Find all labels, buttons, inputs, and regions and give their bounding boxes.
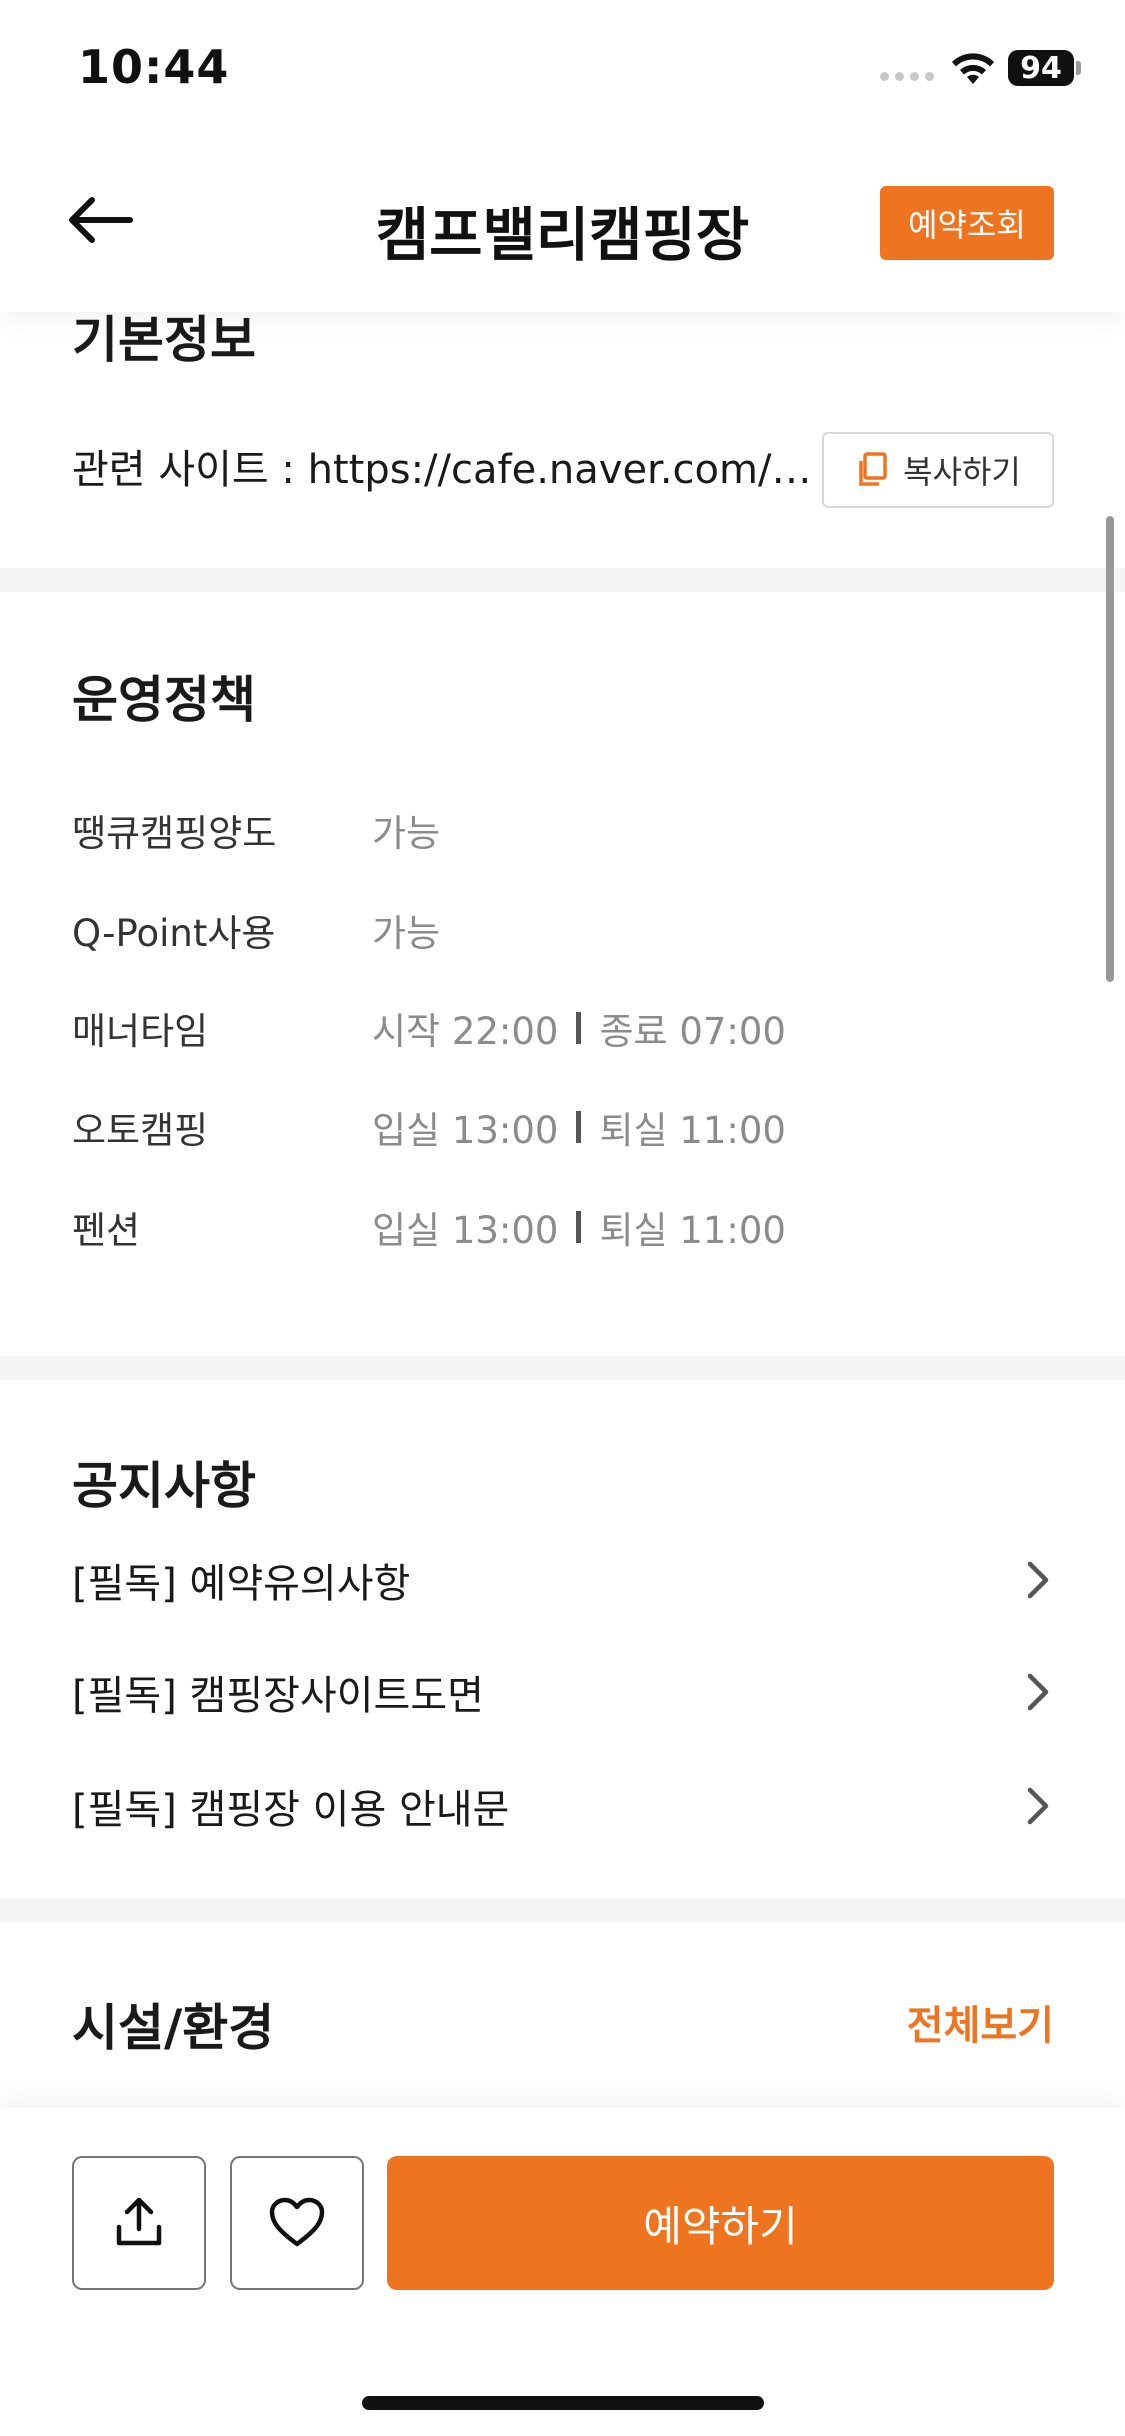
notice-item-label: [필독] 캠핑장사이트도면 <box>72 1673 484 1719</box>
policy-value-end: 종료 07:00 <box>599 1010 786 1053</box>
policy-value-end: 퇴실 11:00 <box>599 1209 786 1252</box>
home-indicator <box>362 2396 764 2410</box>
section-divider <box>0 1356 1125 1380</box>
battery-tip <box>1076 61 1081 75</box>
cellular-signal-icon <box>880 72 934 81</box>
policy-value: 입실 13:00 퇴실 11:00 <box>372 1200 786 1254</box>
copy-icon <box>859 452 887 486</box>
policy-label: 펜션 <box>72 1209 141 1252</box>
value-separator <box>576 1012 582 1044</box>
chevron-right-icon <box>1027 1787 1049 1825</box>
policy-row: 펜션 입실 13:00 퇴실 11:00 <box>72 1197 786 1257</box>
notice-item[interactable]: [필독] 캠핑장사이트도면 <box>72 1652 1054 1732</box>
policy-title: 운영정책 <box>72 671 256 729</box>
notice-item[interactable]: [필독] 캠핑장 이용 안내문 <box>72 1766 1054 1846</box>
section-divider <box>0 1898 1125 1922</box>
view-all-link[interactable]: 전체보기 <box>880 1993 1054 2051</box>
copy-button[interactable]: 복사하기 <box>822 432 1054 508</box>
policy-value-start: 시작 22:00 <box>372 1010 559 1053</box>
chevron-right-icon <box>1027 1561 1049 1599</box>
policy-label: 오토캠핑 <box>72 1109 209 1152</box>
status-time: 10:44 <box>78 40 230 94</box>
section-divider <box>0 568 1125 592</box>
policy-label: 땡큐캠핑양도 <box>72 812 277 855</box>
policy-value: 시작 22:00 종료 07:00 <box>372 1001 786 1055</box>
policy-row: 매너타임 시작 22:00 종료 07:00 <box>72 998 786 1058</box>
policy-value: 가능 <box>372 812 441 855</box>
header: 캠프밸리캠핑장 예약조회 <box>0 130 1125 312</box>
policy-value: 가능 <box>372 912 441 955</box>
like-button[interactable] <box>230 2156 364 2290</box>
facilities-title: 시설/환경 <box>72 1999 275 2057</box>
reservation-lookup-button[interactable]: 예약조회 <box>880 186 1054 260</box>
policy-value: 입실 13:00 퇴실 11:00 <box>372 1100 786 1154</box>
policy-row: Q-Point사용 가능 <box>72 900 440 960</box>
value-separator <box>576 1111 582 1143</box>
scrollbar[interactable] <box>1106 516 1114 982</box>
policy-value-start: 입실 13:00 <box>372 1209 559 1252</box>
status-bar: 10:44 94 <box>0 0 1125 130</box>
copy-button-label: 복사하기 <box>903 453 1021 491</box>
heart-icon <box>269 2197 325 2247</box>
share-icon <box>116 2197 162 2246</box>
value-separator <box>576 1211 582 1243</box>
bottom-action-bar: 예약하기 <box>0 2108 1125 2436</box>
policy-value-end: 퇴실 11:00 <box>599 1109 786 1152</box>
policy-row: 땡큐캠핑양도 가능 <box>72 800 440 860</box>
chevron-right-icon <box>1027 1673 1049 1711</box>
policy-value-start: 입실 13:00 <box>372 1109 559 1152</box>
related-site-text: 관련 사이트 : https://cafe.naver.com/pur… <box>72 447 812 493</box>
wifi-icon <box>952 53 994 84</box>
share-button[interactable] <box>72 2156 206 2290</box>
battery-level: 94 <box>1020 50 1062 86</box>
notice-item[interactable]: [필독] 예약유의사항 <box>72 1540 1054 1620</box>
notices-title: 공지사항 <box>72 1457 256 1515</box>
battery-icon: 94 <box>1008 50 1074 86</box>
policy-row: 오토캠핑 입실 13:00 퇴실 11:00 <box>72 1097 786 1157</box>
policy-label: 매너타임 <box>72 1010 209 1053</box>
policy-label: Q-Point사용 <box>72 912 276 955</box>
notice-item-label: [필독] 캠핑장 이용 안내문 <box>72 1787 510 1833</box>
notice-item-label: [필독] 예약유의사항 <box>72 1561 411 1607</box>
reserve-button[interactable]: 예약하기 <box>387 2156 1054 2290</box>
